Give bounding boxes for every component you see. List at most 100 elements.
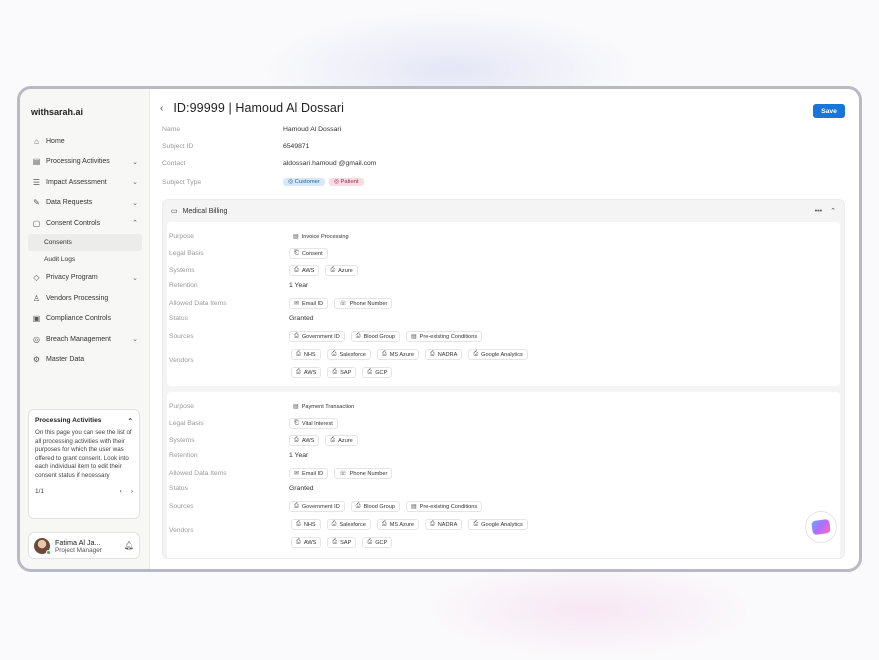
tag-icon: ⎙ bbox=[367, 539, 373, 545]
sidebar-item-vendors-processing[interactable]: ♙ Vendors Processing bbox=[28, 288, 142, 309]
user-name: Fatima Al Ja... bbox=[55, 537, 101, 547]
section-header[interactable]: ▭ Medical Billing ••• ⌃ bbox=[163, 200, 844, 222]
status-value: Granted bbox=[289, 315, 314, 322]
chevron-left-icon[interactable]: ‹ bbox=[120, 488, 122, 495]
sidebar-item-impact-assessment[interactable]: ☰ Impact Assessment ⌄ bbox=[28, 172, 142, 193]
app-window: withsarah.ai ⌂ Home ▤ Processing Activit… bbox=[17, 86, 862, 572]
tag-icon: ☏ bbox=[339, 471, 347, 477]
sidebar-item-label: Privacy Program bbox=[46, 274, 98, 282]
sidebar-nav: ⌂ Home ▤ Processing Activities ⌄ ☰ Impac… bbox=[28, 131, 142, 370]
tag-chip: ⎙ NHS bbox=[291, 349, 321, 360]
sidebar-item-privacy-program[interactable]: ◇ Privacy Program ⌄ bbox=[28, 268, 142, 289]
tag-chip: ⎙ NADRA bbox=[424, 349, 463, 360]
tag-icon: ⎙ bbox=[367, 369, 373, 375]
sidebar-subitem-consents[interactable]: Consents bbox=[28, 233, 142, 251]
search-document-icon: ◎ bbox=[33, 334, 40, 344]
tag-chip: ⎙ MS Azure bbox=[376, 349, 419, 360]
subject-type-row: Subject Type ◎ Customer ◎ Patient bbox=[162, 178, 368, 186]
tag-chip: ⎙ NHS bbox=[291, 519, 321, 530]
sidebar-item-home[interactable]: ⌂ Home bbox=[28, 131, 142, 152]
subject-contact: aldossari.hamoud @gmail.com bbox=[283, 160, 377, 167]
consent-card: Purpose ▤ Payment Transaction Legal Basis ⎗ V… bbox=[167, 392, 840, 558]
sidebar-item-label: Data Requests bbox=[46, 199, 93, 207]
sidebar-item-label: Processing Activities bbox=[46, 158, 110, 166]
consent-card: Purpose ▤ Invoice Processing Legal Basis ⎗ Co… bbox=[167, 222, 840, 386]
tag-chip: ⎗ Consent bbox=[289, 248, 328, 259]
tag-icon: ✉ bbox=[294, 471, 300, 477]
more-options-icon[interactable]: ••• bbox=[815, 208, 822, 215]
assistant-launcher-button[interactable] bbox=[805, 511, 837, 543]
chevron-up-icon[interactable]: ⌃ bbox=[830, 207, 836, 215]
online-status-dot bbox=[46, 549, 51, 555]
tag-chip: ⎙ NADRA bbox=[424, 519, 463, 530]
chevron-down-icon: ⌄ bbox=[132, 158, 138, 166]
help-card: Processing Activities ⌃ On this page you… bbox=[28, 409, 140, 519]
retention-value: 1 Year bbox=[289, 452, 309, 459]
status-row: Status Granted bbox=[169, 315, 314, 322]
shield-icon: ◇ bbox=[33, 273, 40, 283]
chevron-up-icon: ⌃ bbox=[132, 220, 138, 228]
tag-icon: ⎙ bbox=[355, 503, 361, 509]
document-check-icon: ▣ bbox=[32, 314, 41, 324]
vendors-tags-row: ⎙ AWS ⎙ SAP ⎙ GCP bbox=[291, 537, 398, 548]
avatar bbox=[34, 537, 51, 555]
sidebar-item-consent-controls[interactable]: ▢ Consent Controls ⌃ bbox=[28, 213, 142, 234]
chevron-down-icon: ⌄ bbox=[132, 336, 138, 344]
subject-contact-row: Contact aldossari.hamoud @gmail.com bbox=[162, 160, 377, 167]
sidebar-item-label: Vendors Processing bbox=[46, 294, 109, 302]
tag-icon: ✉ bbox=[294, 301, 300, 307]
tag-icon: ⎙ bbox=[473, 351, 479, 357]
help-card-text: On this page you can see the list of all… bbox=[35, 429, 132, 479]
clipboard-icon: ▤ bbox=[32, 157, 41, 167]
tag-chip: ⎙ Google Analytics bbox=[468, 349, 528, 360]
tag-chip: ☏ Phone Number bbox=[334, 298, 393, 309]
bell-icon[interactable]: 🔔︎ bbox=[124, 541, 134, 550]
tag-icon: ⎙ bbox=[296, 521, 301, 527]
tag-icon: ⎙ bbox=[429, 351, 435, 357]
sources-row: Sources ⎙ Government ID ⎙ Blood Group ▤ Pre-ex… bbox=[167, 501, 488, 512]
chevron-up-icon[interactable]: ⌃ bbox=[127, 417, 133, 425]
sidebar-item-label: Impact Assessment bbox=[46, 178, 107, 186]
tag-icon: ⎙ bbox=[330, 437, 336, 443]
sidebar-item-compliance-controls[interactable]: ▣ Compliance Controls bbox=[28, 309, 142, 330]
tag-icon: ▤ bbox=[293, 404, 299, 410]
vendors-tags-row: ⎙ NHS ⎙ Salesforce ⎙ MS Azure ⎙ NADRA ⎙ Google An… bbox=[291, 519, 534, 530]
sidebar-item-label: Compliance Controls bbox=[46, 315, 111, 323]
chevron-down-icon: ⌄ bbox=[132, 274, 138, 282]
brand-logo: withsarah.ai bbox=[31, 107, 84, 117]
tag-chip: ⎙ Google Analytics bbox=[468, 519, 528, 530]
sidebar-item-data-requests[interactable]: ✎ Data Requests ⌄ bbox=[28, 193, 142, 214]
legal-basis-row: Legal Basis ⎗ Vital Interest bbox=[167, 418, 344, 429]
page-title: ID:99999 | Hamoud Al Dossari bbox=[173, 101, 345, 115]
tag-chip: ⎙ Blood Group bbox=[350, 331, 400, 342]
back-arrow-icon[interactable]: ‹ bbox=[160, 103, 163, 114]
vendors-tags-row: ⎙ NHS ⎙ Salesforce ⎙ MS Azure ⎙ NADRA ⎙ Google An… bbox=[291, 349, 534, 360]
retention-row: Retention 1 Year bbox=[169, 452, 309, 459]
save-button[interactable]: Save bbox=[813, 104, 845, 118]
tag-icon: ⎗ bbox=[294, 420, 299, 426]
allowed-data-items-row: Allowed Data Items ✉ Email ID ☏ Phone Number bbox=[167, 298, 398, 309]
subject-id-row: Subject ID 6549871 bbox=[162, 143, 310, 150]
retention-value: 1 Year bbox=[289, 282, 309, 289]
sidebar-subitem-audit-logs[interactable]: Audit Logs bbox=[28, 251, 142, 268]
sidebar-item-label: Home bbox=[46, 137, 65, 145]
help-card-pager: 1/1 bbox=[35, 487, 45, 495]
tag-chip: ⎙ Azure bbox=[325, 265, 358, 276]
sidebar: withsarah.ai ⌂ Home ▤ Processing Activit… bbox=[20, 89, 150, 569]
user-profile-card[interactable]: Fatima Al Ja... Project Manager 🔔︎ bbox=[28, 532, 140, 559]
status-row: Status Granted bbox=[169, 485, 314, 492]
tag-chip: ✉ Email ID bbox=[289, 468, 329, 479]
chevron-right-icon[interactable]: › bbox=[131, 488, 133, 495]
tag-chip: ⎙ MS Azure bbox=[376, 519, 419, 530]
home-icon: ⌂ bbox=[34, 136, 39, 146]
sidebar-item-breach-management[interactable]: ◎ Breach Management ⌄ bbox=[28, 329, 142, 350]
vendors-label-row: Vendors bbox=[169, 357, 194, 364]
tag-chip: ⎙ Government ID bbox=[289, 501, 345, 512]
tag-icon: ⎙ bbox=[332, 369, 338, 375]
tag-chip: ⎙ Blood Group bbox=[350, 501, 400, 512]
tag-icon: ⎙ bbox=[331, 521, 337, 527]
sidebar-item-processing-activities[interactable]: ▤ Processing Activities ⌄ bbox=[28, 152, 142, 173]
retention-row: Retention 1 Year bbox=[169, 282, 309, 289]
sidebar-item-master-data[interactable]: ⚙ Master Data bbox=[28, 350, 142, 371]
clipboard-check-icon: ▢ bbox=[32, 218, 41, 228]
